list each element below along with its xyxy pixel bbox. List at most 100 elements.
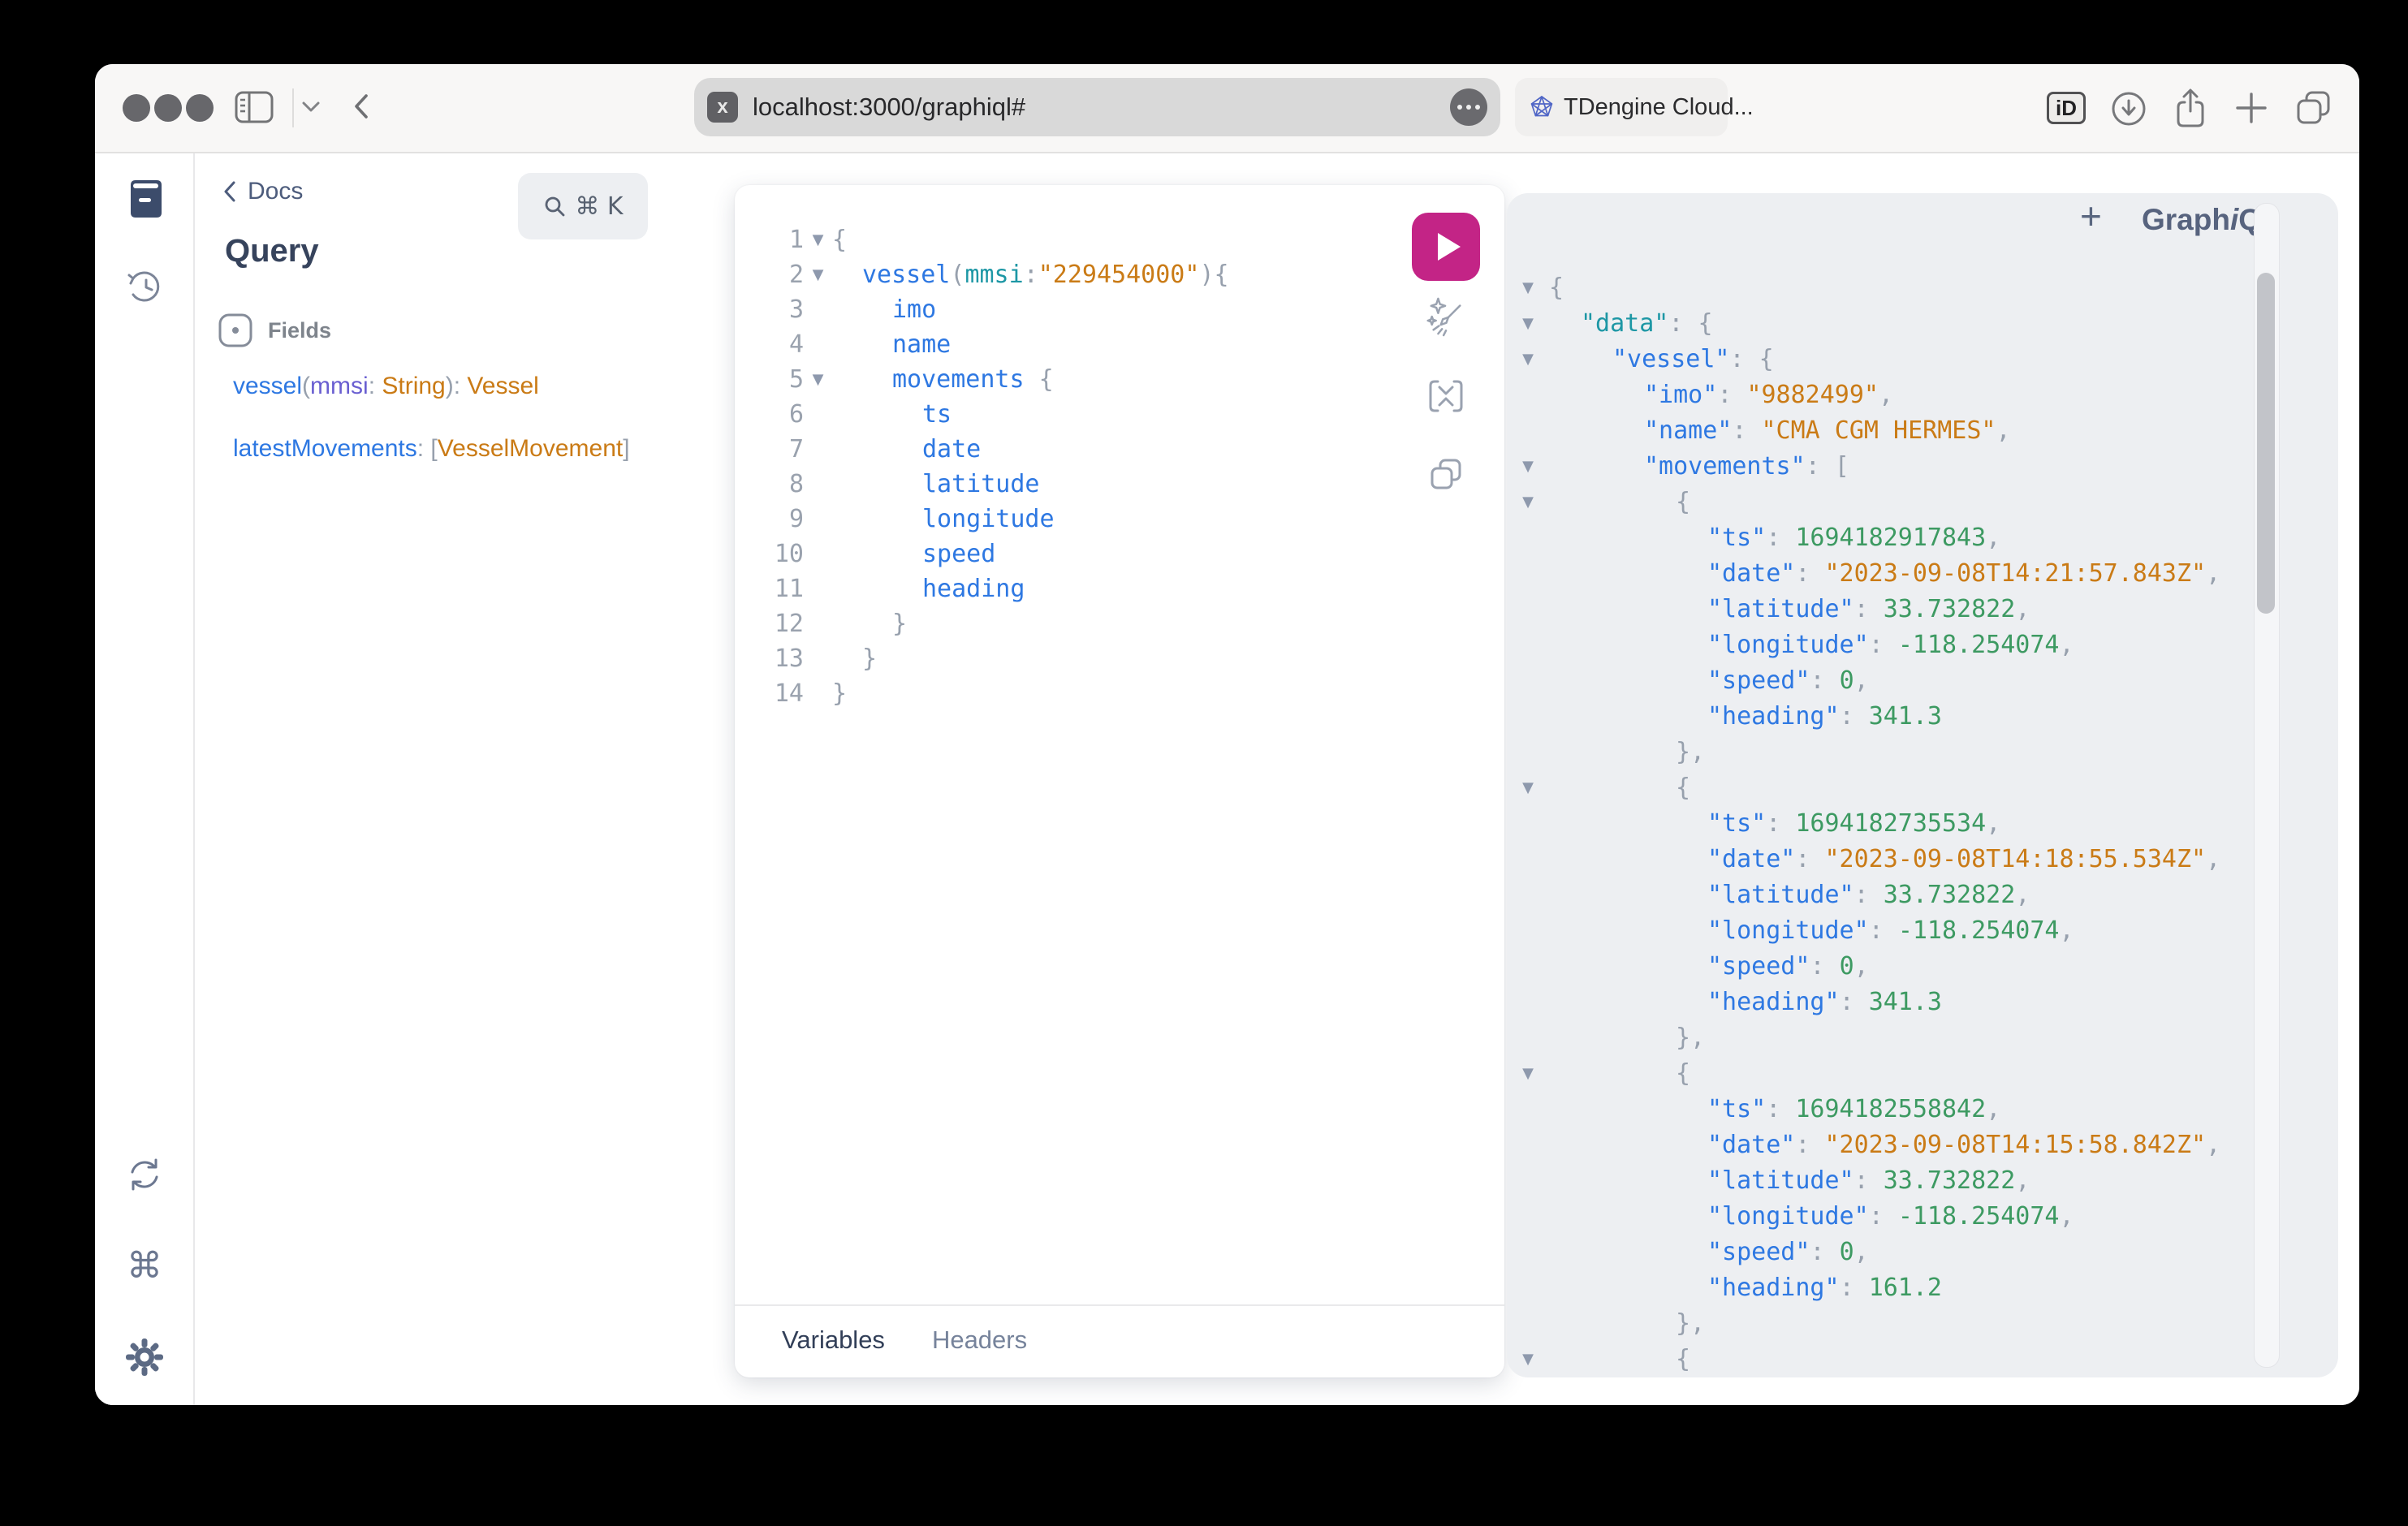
keyboard-shortcuts-icon[interactable]: ⌘ <box>125 1247 164 1286</box>
response-line: "ts": 1694182558842, <box>1507 1091 2280 1127</box>
code-text: "latitude": 33.732822, <box>1549 595 2030 623</box>
fold-arrow-icon[interactable]: ▼ <box>1507 351 1549 368</box>
tab-favicon-star-icon <box>1528 93 1556 121</box>
code-text: }, <box>1549 1024 1705 1052</box>
add-tab-button[interactable]: + <box>2075 196 2107 235</box>
share-icon[interactable] <box>2172 87 2209 129</box>
docs-back-button[interactable]: Docs <box>223 178 303 205</box>
back-icon[interactable] <box>353 93 369 119</box>
fold-arrow-icon[interactable]: ▼ <box>1507 494 1549 511</box>
chevron-down-icon[interactable] <box>301 101 321 114</box>
code-text: name <box>832 330 951 359</box>
docs-field-entry[interactable]: vessel(mmsi: String): Vessel <box>233 373 539 400</box>
docs-search-button[interactable]: ⌘ K <box>518 173 648 239</box>
traffic-light-minimize[interactable] <box>154 94 182 122</box>
editor-line: 13} <box>735 641 1391 676</box>
fold-arrow-icon[interactable]: ▼ <box>1507 779 1549 796</box>
url-text: localhost:3000/graphiql# <box>753 93 1450 122</box>
address-bar[interactable]: x localhost:3000/graphiql# <box>694 78 1500 136</box>
refetch-schema-icon[interactable] <box>125 1155 164 1194</box>
response-line: }, <box>1507 1305 2280 1341</box>
code-text: } <box>832 679 847 708</box>
history-icon[interactable] <box>125 267 164 306</box>
response-line: "speed": 0, <box>1507 948 2280 984</box>
response-line: "latitude": 33.732822, <box>1507 591 2280 627</box>
line-number: 12 <box>735 610 804 638</box>
editor-line: 11heading <box>735 571 1391 606</box>
response-scrollbar-track[interactable] <box>2254 203 2280 1368</box>
docs-type-title: Query <box>225 233 319 269</box>
code-text: "heading": 161.2 <box>1549 1274 1942 1302</box>
docs-field-entry[interactable]: latestMovements: [VesselMovement] <box>233 435 630 463</box>
fold-arrow-icon[interactable]: ▼ <box>804 371 832 388</box>
docs-panel: Docs ⌘ K Query Fields vessel(mmsi: Strin… <box>195 153 723 1405</box>
browser-window: x localhost:3000/graphiql# TDengine Clou… <box>95 64 2359 1405</box>
fold-arrow-icon[interactable]: ▼ <box>804 231 832 248</box>
code-text: "data": { <box>1549 309 1713 338</box>
response-line: "longitude": -118.254074, <box>1507 1198 2280 1234</box>
tab-variables[interactable]: Variables <box>782 1326 885 1355</box>
editor-line: 5▼movements { <box>735 362 1391 397</box>
response-line: "speed": 0, <box>1507 662 2280 698</box>
tab-overview-icon[interactable] <box>2294 88 2332 127</box>
query-editor[interactable]: 1▼{2▼vessel(mmsi:"229454000"){3imo4name5… <box>735 222 1391 711</box>
new-tab-icon[interactable] <box>2233 90 2269 126</box>
code-text: "latitude": 33.732822, <box>1549 881 2030 909</box>
line-number: 4 <box>735 330 804 359</box>
code-text: { <box>1549 274 1564 302</box>
code-text: speed <box>832 540 995 568</box>
editor-footer-tabs: Variables Headers <box>735 1304 1504 1355</box>
response-panel: + GraphiQL ▼{▼"data": {▼"vessel": {"imo"… <box>1507 193 2338 1377</box>
merge-fragments-icon[interactable] <box>1426 377 1465 416</box>
execute-query-button[interactable] <box>1412 213 1480 281</box>
response-line: "date": "2023-09-08T14:18:55.534Z", <box>1507 841 2280 877</box>
response-line: ▼{ <box>1507 769 2280 805</box>
extension-id-icon[interactable]: iD <box>2047 92 2086 124</box>
code-text: imo <box>832 295 936 324</box>
code-text: movements { <box>832 365 1054 394</box>
docs-search-shortcut: ⌘ K <box>575 192 623 221</box>
fold-arrow-icon[interactable]: ▼ <box>1507 1065 1549 1082</box>
response-line: "ts": 1694182917843, <box>1507 519 2280 555</box>
fold-arrow-icon[interactable]: ▼ <box>1507 458 1549 475</box>
fold-arrow-icon[interactable]: ▼ <box>1507 1351 1549 1368</box>
settings-gear-icon[interactable] <box>125 1338 164 1377</box>
sidebar-toggle-icon[interactable] <box>235 89 274 125</box>
traffic-light-zoom[interactable] <box>186 94 214 122</box>
copy-query-icon[interactable] <box>1426 456 1465 495</box>
tab-tdengine-cloud[interactable]: TDengine Cloud... <box>1515 78 1728 136</box>
response-line: ▼{ <box>1507 484 2280 519</box>
line-number: 2 <box>735 261 804 289</box>
response-scrollbar-thumb[interactable] <box>2257 273 2275 614</box>
docs-book-icon[interactable] <box>125 179 164 218</box>
response-line: ▼{ <box>1507 269 2280 305</box>
editor-line: 4 name <box>735 327 1391 362</box>
code-text: "date": "2023-09-08T14:18:55.534Z", <box>1549 845 2220 873</box>
prettify-icon[interactable] <box>1426 297 1465 336</box>
editor-line: 8latitude <box>735 467 1391 502</box>
tab-headers[interactable]: Headers <box>932 1326 1027 1355</box>
fold-arrow-icon[interactable]: ▼ <box>1507 279 1549 296</box>
code-text: date <box>832 435 981 463</box>
chevron-left-icon <box>223 181 236 202</box>
line-number: 8 <box>735 470 804 498</box>
graphiql-app: ⌘ <box>95 153 2359 1405</box>
traffic-light-close[interactable] <box>123 94 150 122</box>
code-text: } <box>832 644 877 673</box>
browser-toolbar: x localhost:3000/graphiql# TDengine Clou… <box>95 64 2359 153</box>
response-line: "heading": 341.3 <box>1507 698 2280 734</box>
fold-arrow-icon[interactable]: ▼ <box>1507 315 1549 332</box>
code-text: "speed": 0, <box>1549 666 1869 695</box>
downloads-icon[interactable] <box>2110 90 2147 127</box>
code-text: "longitude": -118.254074, <box>1549 631 2074 659</box>
app-sidebar: ⌘ <box>95 153 195 1405</box>
fold-arrow-icon[interactable]: ▼ <box>804 266 832 283</box>
response-line: ▼"data": { <box>1507 305 2280 341</box>
code-text: "name": "CMA CGM HERMES", <box>1549 416 2011 445</box>
editor-line: 1▼{ <box>735 222 1391 257</box>
more-options-icon[interactable] <box>1450 88 1487 126</box>
response-line: ▼{ <box>1507 1055 2280 1091</box>
code-text: "latitude": 33.732822, <box>1549 1166 2030 1195</box>
response-line: }, <box>1507 1019 2280 1055</box>
code-text: longitude <box>832 505 1055 533</box>
